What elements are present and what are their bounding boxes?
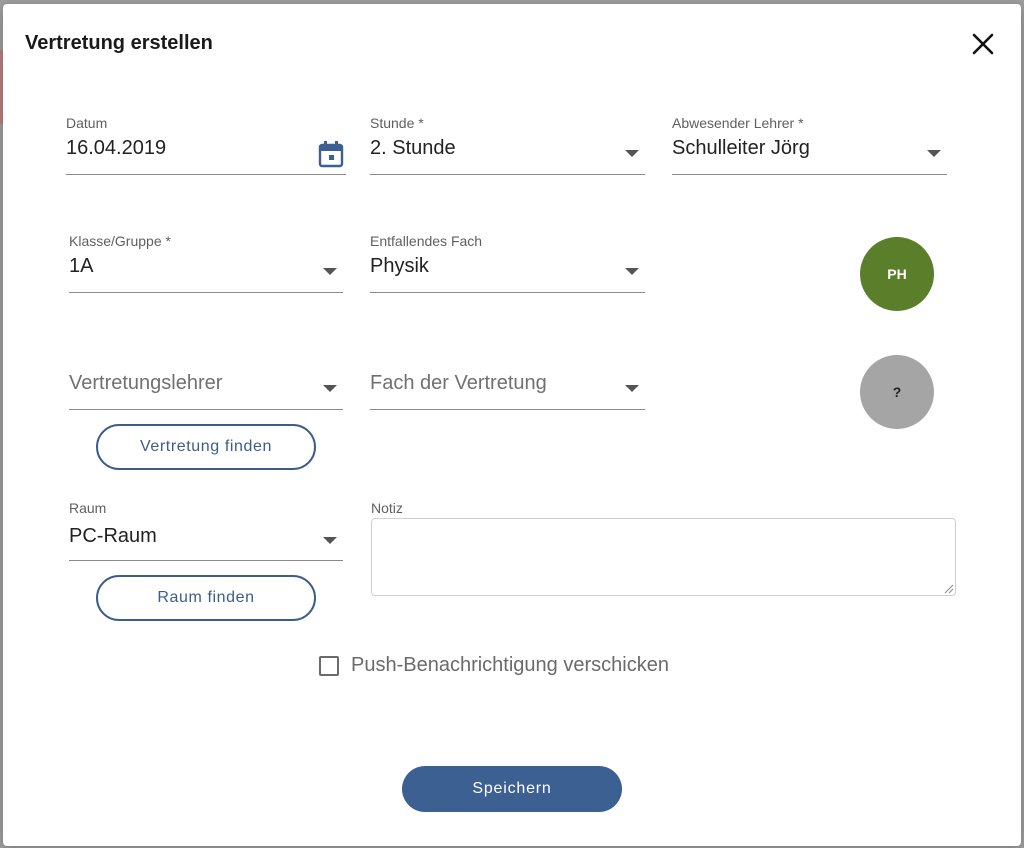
raum-label: Raum	[69, 500, 107, 516]
calendar-icon[interactable]	[318, 140, 344, 168]
klasse-underline	[69, 292, 343, 293]
subject-badge-ph-text: PH	[887, 266, 907, 282]
abwesender-lehrer-value: Schulleiter Jörg	[672, 137, 810, 159]
vertretungslehrer-underline	[69, 409, 343, 410]
vertretungslehrer-select[interactable]: Vertretungslehrer	[69, 350, 343, 410]
notiz-label: Notiz	[371, 500, 403, 516]
raum-value: PC-Raum	[69, 525, 157, 547]
fach-vertretung-underline	[370, 409, 645, 410]
push-notification-checkbox[interactable]	[319, 656, 339, 676]
close-icon[interactable]	[969, 30, 997, 58]
datum-underline	[66, 174, 346, 175]
vertretung-finden-button[interactable]: Vertretung finden	[96, 424, 316, 470]
resize-grip-icon[interactable]	[942, 582, 954, 594]
dialog-title: Vertretung erstellen	[25, 32, 213, 54]
abwesender-lehrer-select[interactable]: Abwesender Lehrer * Schulleiter Jörg	[672, 115, 947, 175]
create-substitution-dialog: Vertretung erstellen Datum 16.04.2019 St…	[3, 4, 1021, 846]
klasse-label: Klasse/Gruppe *	[69, 233, 171, 249]
raum-select[interactable]: Raum PC-Raum	[69, 500, 343, 561]
stunde-value: 2. Stunde	[370, 137, 456, 159]
stunde-underline	[370, 174, 645, 175]
datum-label: Datum	[66, 115, 108, 131]
chevron-down-icon	[323, 385, 337, 392]
notiz-textarea[interactable]	[371, 518, 956, 596]
fach-vertretung-placeholder: Fach der Vertretung	[370, 372, 547, 394]
datum-field[interactable]: Datum 16.04.2019	[66, 115, 346, 175]
entfallendes-fach-value: Physik	[370, 255, 429, 277]
save-button[interactable]: Speichern	[402, 766, 622, 812]
stunde-label: Stunde *	[370, 115, 424, 131]
entfallendes-fach-label: Entfallendes Fach	[370, 233, 483, 249]
chevron-down-icon	[625, 268, 639, 275]
chevron-down-icon	[323, 537, 337, 544]
chevron-down-icon	[323, 268, 337, 275]
entfallendes-fach-select[interactable]: Entfallendes Fach Physik	[370, 233, 645, 293]
chevron-down-icon	[625, 150, 639, 157]
abwesender-lehrer-label: Abwesender Lehrer *	[672, 115, 804, 131]
raum-underline	[69, 560, 343, 561]
vertretungslehrer-placeholder: Vertretungslehrer	[69, 372, 223, 394]
datum-value: 16.04.2019	[66, 137, 167, 159]
subject-badge-unknown: ?	[860, 355, 934, 429]
klasse-value: 1A	[69, 255, 94, 277]
fach-vertretung-select[interactable]: Fach der Vertretung	[370, 350, 645, 410]
raum-finden-button[interactable]: Raum finden	[96, 575, 316, 621]
klasse-select[interactable]: Klasse/Gruppe * 1A	[69, 233, 343, 293]
abwesender-lehrer-underline	[672, 174, 947, 175]
subject-badge-unknown-text: ?	[892, 384, 902, 400]
entfallendes-fach-underline	[370, 292, 645, 293]
stunde-select[interactable]: Stunde * 2. Stunde	[370, 115, 645, 175]
chevron-down-icon	[625, 385, 639, 392]
chevron-down-icon	[927, 150, 941, 157]
push-notification-label[interactable]: Push-Benachrichtigung verschicken	[351, 654, 669, 677]
subject-badge-ph: PH	[860, 237, 934, 311]
